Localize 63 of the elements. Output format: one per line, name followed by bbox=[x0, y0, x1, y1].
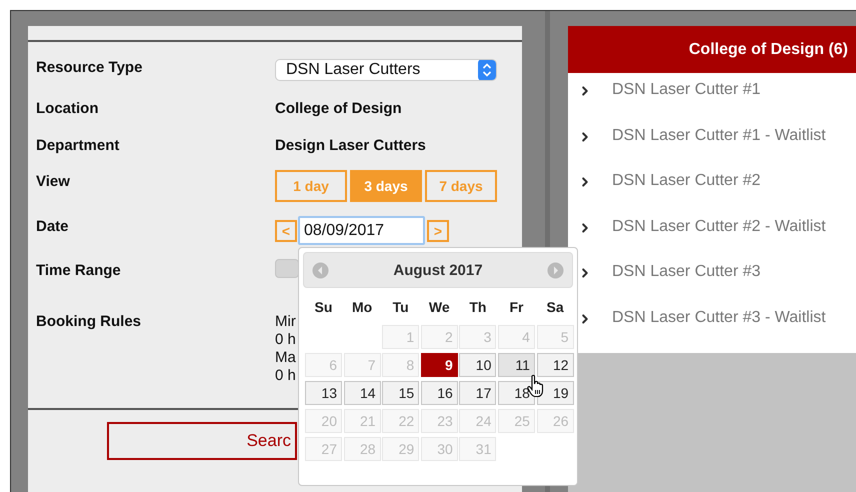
field-label: Resource Type bbox=[36, 59, 144, 78]
field-label: Location bbox=[36, 100, 100, 119]
calendar-day: 4 bbox=[498, 325, 535, 349]
calendar-day: 6 bbox=[305, 353, 342, 377]
calendar-day[interactable]: 19 bbox=[536, 381, 574, 405]
calendar-day: 8 bbox=[382, 353, 420, 377]
calendar-day: 1 bbox=[382, 325, 420, 349]
weekday-label: Mo bbox=[350, 298, 374, 316]
location-value: College of Design bbox=[275, 100, 402, 119]
date-input[interactable]: 08/09/2017 bbox=[298, 216, 425, 245]
field-label: Department bbox=[36, 137, 120, 156]
calendar-day[interactable]: 18 bbox=[498, 381, 535, 405]
booking-rule-text: 0 h bbox=[275, 367, 296, 385]
weekday-label: Su bbox=[314, 298, 334, 316]
booking-rule-text: Mir bbox=[275, 313, 296, 331]
weekday-label: Fr bbox=[508, 298, 524, 316]
booking-rule-text: 0 h bbox=[275, 331, 296, 349]
resource-link[interactable]: DSN Laser Cutter #1 bbox=[612, 81, 761, 99]
calendar-day: 7 bbox=[344, 353, 381, 377]
calendar-day[interactable]: 9 bbox=[420, 353, 458, 377]
calendar-day[interactable]: 15 bbox=[382, 381, 420, 405]
calendar-day: 5 bbox=[536, 325, 574, 349]
stepper-icon bbox=[478, 60, 496, 80]
calendar-day: 29 bbox=[382, 437, 420, 461]
resource-link[interactable]: DSN Laser Cutter #1 - Waitlist bbox=[612, 126, 826, 145]
calendar-day[interactable]: 10 bbox=[459, 353, 496, 377]
calendar-day: 27 bbox=[305, 437, 342, 461]
resource-link[interactable]: DSN Laser Cutter #2 - Waitlist bbox=[612, 218, 826, 236]
calendar-day[interactable]: 13 bbox=[305, 381, 342, 405]
calendar-day[interactable]: 14 bbox=[344, 381, 381, 405]
calendar-day: 26 bbox=[536, 409, 574, 433]
resource-link[interactable]: DSN Laser Cutter #2 bbox=[612, 172, 761, 190]
calendar-day[interactable]: 12 bbox=[536, 353, 574, 377]
field-label: Time Range bbox=[36, 262, 122, 281]
calendar-day: 3 bbox=[459, 325, 496, 349]
calendar-day: 25 bbox=[498, 409, 535, 433]
calendar-day: 24 bbox=[459, 409, 496, 433]
calendar-day: 2 bbox=[420, 325, 458, 349]
calendar-day: 22 bbox=[382, 409, 420, 433]
calendar-day: 31 bbox=[459, 437, 496, 461]
resource-type-select[interactable]: DSN Laser Cutters bbox=[275, 59, 497, 81]
field-label: Date bbox=[36, 217, 70, 237]
calendar-day[interactable]: 17 bbox=[459, 381, 496, 405]
resource-link[interactable]: DSN Laser Cutter #3 bbox=[612, 263, 761, 282]
calendar-day: 28 bbox=[344, 437, 381, 461]
calendar-day[interactable]: 16 bbox=[420, 381, 458, 405]
field-label: Booking Rules bbox=[36, 313, 142, 332]
month-title: August 2017 bbox=[393, 262, 483, 278]
booking-rule-text: Ma bbox=[275, 349, 296, 367]
calendar-day: 21 bbox=[344, 409, 381, 433]
weekday-label: Th bbox=[468, 298, 488, 316]
calendar-day: 23 bbox=[420, 409, 458, 433]
results-header: College of Design (6) bbox=[568, 26, 856, 73]
weekday-label: We bbox=[428, 298, 451, 316]
calendar-day[interactable]: 11 bbox=[498, 353, 535, 377]
search-button[interactable]: Searc bbox=[107, 422, 297, 460]
weekday-label: Sa bbox=[546, 298, 565, 316]
calendar-day: 20 bbox=[305, 409, 342, 433]
department-value: Design Laser Cutters bbox=[275, 137, 426, 156]
calendar-day: 30 bbox=[420, 437, 458, 461]
field-label: View bbox=[36, 172, 71, 192]
resource-link[interactable]: DSN Laser Cutter #3 - Waitlist bbox=[612, 308, 826, 327]
weekday-label: Tu bbox=[392, 298, 410, 316]
